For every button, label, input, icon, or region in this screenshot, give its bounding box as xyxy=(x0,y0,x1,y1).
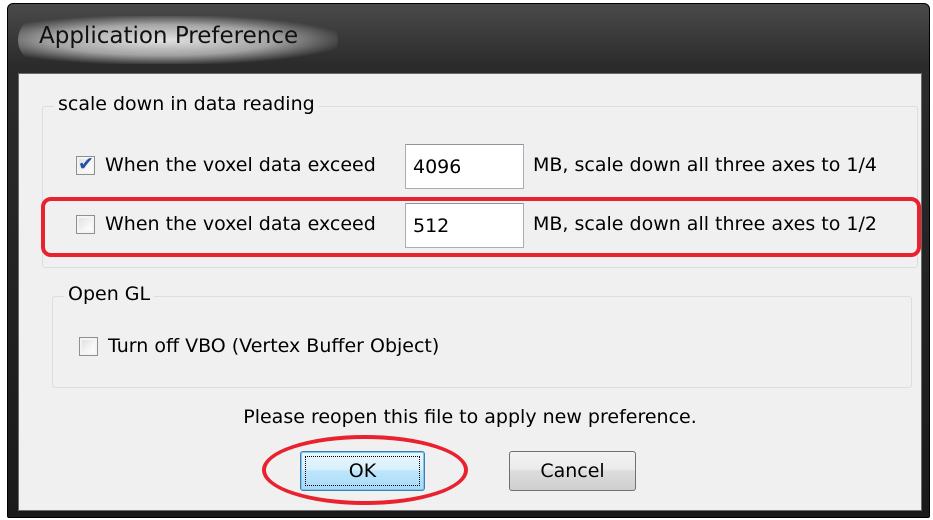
annotation-highlight-rectangle xyxy=(41,197,921,257)
scale-quarter-prefix-label: When the voxel data exceed xyxy=(105,154,376,176)
annotation-highlight-ellipse xyxy=(262,435,468,505)
dialog-client-area: scale down in data reading ✔ When the vo… xyxy=(18,73,922,511)
title-bar[interactable]: Application Preference xyxy=(8,4,929,72)
preference-dialog: Application Preference scale down in dat… xyxy=(7,3,930,518)
reopen-message: Please reopen this file to apply new pre… xyxy=(243,406,697,428)
scale-down-group-legend: scale down in data reading xyxy=(54,93,319,115)
checkmark-icon: ✔ xyxy=(78,153,94,175)
scale-quarter-checkbox[interactable]: ✔ xyxy=(76,153,95,175)
scale-quarter-threshold-input[interactable] xyxy=(405,144,524,189)
cancel-button-label: Cancel xyxy=(540,460,605,482)
window-title: Application Preference xyxy=(39,23,299,49)
opengl-group-legend: Open GL xyxy=(64,283,155,305)
vbo-label: Turn off VBO (Vertex Buffer Object) xyxy=(108,335,440,357)
vbo-checkbox[interactable] xyxy=(79,337,98,356)
scale-quarter-suffix-label: MB, scale down all three axes to 1/4 xyxy=(533,154,877,176)
cancel-button[interactable]: Cancel xyxy=(509,451,636,491)
